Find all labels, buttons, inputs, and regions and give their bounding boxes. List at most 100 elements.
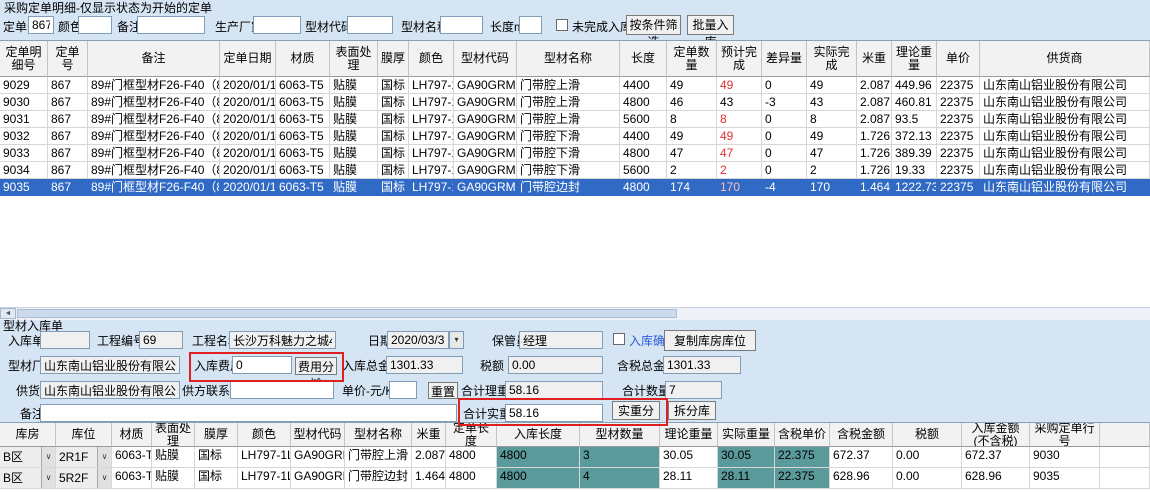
unfinished-checkbox[interactable] (556, 19, 568, 31)
cell-loc[interactable]: 2R1F∨ (56, 447, 112, 468)
contact-input[interactable] (230, 381, 334, 399)
col-header-code: 型材代码 (291, 423, 345, 447)
table-row[interactable]: 903486789#门框型材F26-F40（866+867）2020/01/13… (0, 162, 1150, 179)
cell-tw: 93.5 (892, 111, 937, 128)
factory-input[interactable] (40, 356, 180, 374)
color-filter-input[interactable] (78, 16, 112, 34)
col-header-surf: 表面处理 (152, 423, 195, 447)
col-header-mw: 米重 (857, 41, 892, 77)
chevron-down-icon[interactable]: ∨ (41, 468, 55, 488)
fee-allocate-button[interactable]: 费用分摊 (295, 357, 337, 375)
cell-house[interactable]: B区∨ (0, 468, 56, 489)
chevron-down-icon[interactable]: ∨ (97, 468, 111, 488)
cell-house[interactable]: B区∨ (0, 447, 56, 468)
table-row[interactable]: B区∨5R2F∨6063-T5贴膜国标LH797-1LL0GA90GRM05门带… (0, 468, 1150, 489)
code-filter-input[interactable] (347, 16, 393, 34)
col-header-code: 型材代码 (454, 41, 517, 77)
cell-detail: 9032 (0, 128, 48, 145)
cell-diff: -4 (762, 179, 807, 196)
project-name-input[interactable] (229, 331, 336, 349)
total-amount-input[interactable] (386, 356, 463, 374)
vendor-filter-input[interactable] (253, 16, 301, 34)
cell-order: 867 (48, 179, 88, 196)
table-row[interactable]: 903186789#门框型材F26-F40（866+867）2020/01/13… (0, 111, 1150, 128)
table-row[interactable]: 903586789#门框型材F26-F40（866+867）2020/01/13… (0, 179, 1150, 196)
col-header-note: 备注 (88, 41, 220, 77)
cell-date: 2020/01/13 (220, 179, 276, 196)
col-header-date: 定单日期 (220, 41, 276, 77)
cell-color: LH797-1LL0 (409, 145, 454, 162)
inbound-confirm-checkbox[interactable] (613, 333, 625, 345)
date-dropdown-icon[interactable]: ▾ (449, 331, 464, 349)
supplier-input[interactable] (40, 381, 180, 399)
name-filter-input[interactable] (440, 16, 483, 34)
table-row[interactable]: B区∨2R1F∨6063-T5贴膜国标LH797-1LL0GA90GRM03门带… (0, 447, 1150, 468)
cell-mat: 6063-T5 (276, 111, 330, 128)
copy-location-button[interactable]: 复制库房库位 (664, 330, 756, 351)
cell-mat: 6063-T5 (276, 94, 330, 111)
cell-code: GA90GRM03 (454, 94, 517, 111)
cell-mat: 6063-T5 (276, 128, 330, 145)
cell-order: 867 (48, 162, 88, 179)
col-header-film: 膜厚 (378, 41, 409, 77)
col-header-unit: 含税单价 (775, 423, 830, 447)
chevron-down-icon[interactable]: ∨ (97, 447, 111, 467)
cell-qty: 4 (580, 468, 660, 489)
code-filter-label: 型材代码 (305, 20, 353, 34)
cell-code: GA90GRM03 (454, 111, 517, 128)
actual-allocate-button[interactable]: 实重分摊 (612, 401, 660, 420)
cell-code: GA90GRM03 (454, 77, 517, 94)
project-no-input[interactable] (139, 331, 183, 349)
po-detail-table: 定单明细号定单号备注定单日期材质表面处理膜厚颜色型材代码型材名称长度定单数量预计… (0, 40, 1150, 308)
cell-qty: 8 (667, 111, 717, 128)
chevron-down-icon[interactable]: ∨ (41, 447, 55, 467)
cell-color: LH797-1LL0 (409, 111, 454, 128)
reset-button[interactable]: 重置 (428, 382, 458, 399)
total-qty-input[interactable] (665, 381, 722, 399)
fee-input[interactable] (232, 356, 292, 374)
table-row[interactable]: 903086789#门框型材F26-F40（866+867）2020/01/13… (0, 94, 1150, 111)
col-header-sup: 供货商 (980, 41, 1150, 77)
col-header-aw: 实际重量 (718, 423, 775, 447)
note-input[interactable] (40, 404, 457, 422)
batch-inbound-button[interactable]: 批量入库 (687, 15, 734, 35)
filter-button[interactable]: 按条件筛选 (626, 15, 681, 35)
order-no-input[interactable] (28, 16, 54, 34)
col-header-price: 单价 (937, 41, 980, 77)
cell-date: 2020/01/13 (220, 77, 276, 94)
project-no-label: 工程编号 (97, 334, 145, 348)
length-filter-input[interactable] (519, 16, 542, 34)
table-row[interactable]: 902986789#门框型材F26-F40（866+867）2020/01/13… (0, 77, 1150, 94)
keeper-input[interactable] (519, 331, 603, 349)
cell-loc[interactable]: 5R2F∨ (56, 468, 112, 489)
tax-input[interactable] (508, 356, 603, 374)
table-row[interactable]: 903386789#门框型材F26-F40（866+867）2020/01/13… (0, 145, 1150, 162)
cell-price: 22375 (937, 77, 980, 94)
total-theory-input[interactable] (505, 381, 603, 399)
unit-price-input[interactable] (389, 381, 417, 399)
date-input[interactable] (387, 331, 449, 349)
cell-note: 89#门框型材F26-F40（866+867） (88, 162, 220, 179)
cell-act: 47 (807, 145, 857, 162)
cell-sup: 山东南山铝业股份有限公司 (980, 77, 1150, 94)
total-with-tax-input[interactable] (663, 356, 741, 374)
col-header-exp: 预计完成 (717, 41, 762, 77)
cell-tw: 28.11 (660, 468, 718, 489)
cell-note: 89#门框型材F26-F40（866+867） (88, 94, 220, 111)
cell-date: 2020/01/13 (220, 145, 276, 162)
po-table-hscrollbar[interactable]: ◄ (0, 307, 1150, 320)
col-header-amt: 含税金额 (830, 423, 893, 447)
split-location-button[interactable]: 拆分库位 (668, 401, 716, 420)
cell-diff: -3 (762, 94, 807, 111)
table-row[interactable]: 903286789#门框型材F26-F40（866+867）2020/01/13… (0, 128, 1150, 145)
inbound-no-input[interactable] (40, 331, 90, 349)
total-actual-input[interactable] (505, 404, 603, 422)
cell-olen: 4800 (446, 447, 497, 468)
hscrollbar-thumb[interactable] (17, 309, 677, 318)
scroll-left-icon[interactable]: ◄ (0, 308, 16, 319)
cell-act: 170 (807, 179, 857, 196)
note-filter-input[interactable] (137, 16, 205, 34)
cell-code: GA90GRM04 (454, 162, 517, 179)
cell-price: 22375 (937, 111, 980, 128)
col-header-mw: 米重 (412, 423, 446, 447)
